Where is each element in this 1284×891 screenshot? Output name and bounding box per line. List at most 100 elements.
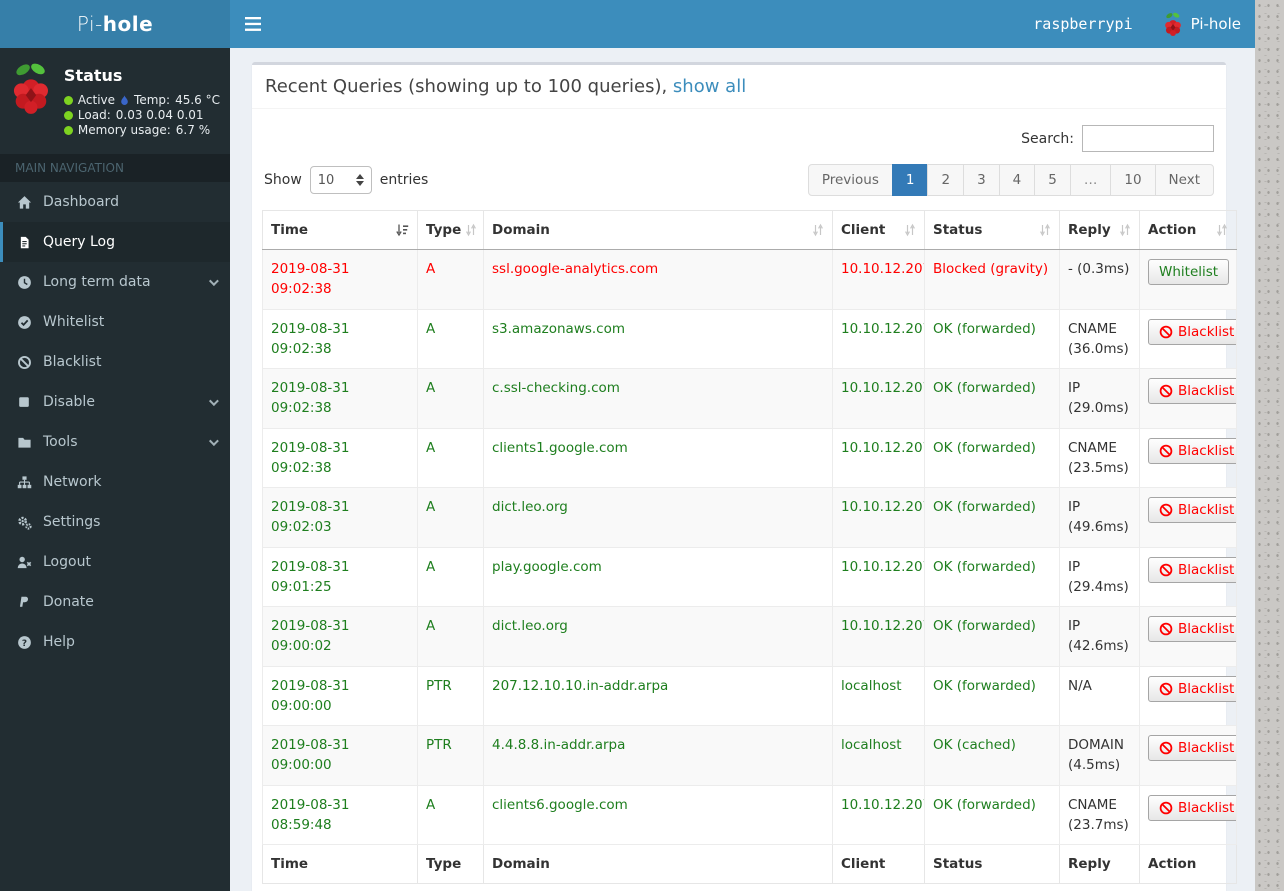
ban-icon bbox=[1159, 682, 1173, 695]
ban-icon bbox=[1159, 384, 1173, 398]
query-domain[interactable]: dict.leo.org bbox=[483, 606, 833, 667]
query-type[interactable]: A bbox=[417, 546, 484, 607]
pagination-page-button-4[interactable]: 4 bbox=[998, 164, 1036, 196]
sort-both-icon bbox=[813, 223, 823, 237]
query-domain[interactable]: 4.4.8.8.in-addr.arpa bbox=[483, 725, 833, 786]
column-header-type[interactable]: Type bbox=[417, 210, 484, 250]
blacklist-button[interactable]: Blacklist bbox=[1148, 556, 1236, 583]
blacklist-button[interactable]: Blacklist bbox=[1148, 675, 1236, 702]
query-type[interactable]: A bbox=[417, 427, 484, 488]
blacklist-button[interactable]: Blacklist bbox=[1148, 616, 1236, 642]
query-client[interactable]: 10.10.12.207 bbox=[832, 487, 925, 548]
query-type[interactable]: A bbox=[417, 784, 484, 845]
blacklist-button-label: Blacklist bbox=[1178, 680, 1235, 697]
query-client[interactable]: 10.10.12.207 bbox=[832, 784, 925, 845]
svg-text:?: ? bbox=[21, 638, 26, 648]
blacklist-button[interactable]: Blacklist bbox=[1148, 378, 1236, 404]
sidebar-item-help[interactable]: ? Help bbox=[0, 622, 230, 662]
query-type[interactable]: A bbox=[417, 249, 484, 310]
status-dot-icon bbox=[63, 110, 73, 120]
pagination-page-button-10[interactable]: 10 bbox=[1110, 164, 1156, 196]
query-domain[interactable]: ssl.google-analytics.com bbox=[483, 249, 833, 310]
query-client[interactable]: 10.10.12.207 bbox=[832, 606, 925, 667]
sidebar-item-logout[interactable]: Logout bbox=[0, 542, 230, 582]
blacklist-button[interactable]: Blacklist bbox=[1148, 318, 1236, 345]
pagination-next-button[interactable]: Next bbox=[1154, 164, 1214, 196]
query-domain[interactable]: s3.amazonaws.com bbox=[483, 308, 833, 369]
query-client[interactable]: 10.10.12.207 bbox=[832, 308, 925, 369]
sidebar-item-dashboard[interactable]: Dashboard bbox=[0, 182, 230, 222]
blacklist-button[interactable]: Blacklist bbox=[1148, 437, 1236, 464]
blacklist-button[interactable]: Blacklist bbox=[1148, 794, 1236, 821]
sidebar-item-network[interactable]: Network bbox=[0, 462, 230, 502]
query-client[interactable]: localhost bbox=[832, 665, 925, 726]
pagination-page-button-2[interactable]: 2 bbox=[927, 164, 965, 196]
footer-column-header-domain: Domain bbox=[483, 844, 833, 884]
query-reply: IP (49.6ms) bbox=[1059, 487, 1140, 548]
column-header-label: Type bbox=[426, 222, 462, 238]
query-row: 2019-08-31 09:02:38 Assl.google-analytics… bbox=[262, 249, 1237, 310]
query-time: 2019-08-31 09:02:38 bbox=[262, 249, 418, 310]
sidebar-item-tools[interactable]: Tools bbox=[0, 422, 230, 462]
query-type[interactable]: A bbox=[417, 487, 484, 548]
sidebar-item-long-term-data[interactable]: Long term data bbox=[0, 262, 230, 302]
blacklist-button[interactable]: Blacklist bbox=[1148, 735, 1236, 761]
query-client[interactable]: 10.10.12.207 bbox=[832, 368, 925, 429]
query-domain[interactable]: c.ssl-checking.com bbox=[483, 368, 833, 429]
sidebar-item-disable[interactable]: Disable bbox=[0, 382, 230, 422]
show-all-link[interactable]: show all bbox=[673, 76, 746, 97]
ban-icon bbox=[1159, 801, 1173, 814]
query-domain[interactable]: clients1.google.com bbox=[483, 427, 833, 488]
pagination-page-button-1[interactable]: 1 bbox=[891, 164, 929, 196]
sidebar-item-donate[interactable]: Donate bbox=[0, 582, 230, 622]
column-header-time[interactable]: Time bbox=[262, 210, 418, 250]
sidebar-item-label: Blacklist bbox=[43, 354, 102, 370]
query-client[interactable]: 10.10.12.207 bbox=[832, 427, 925, 488]
column-header-action[interactable]: Action bbox=[1139, 210, 1237, 250]
blacklist-button[interactable]: Blacklist bbox=[1148, 497, 1236, 523]
query-type[interactable]: PTR bbox=[417, 665, 484, 726]
whitelist-button[interactable]: Whitelist bbox=[1148, 259, 1230, 285]
blacklist-button-label: Blacklist bbox=[1178, 502, 1235, 518]
query-status: Blocked (gravity) bbox=[924, 249, 1060, 310]
query-domain[interactable]: 207.12.10.10.in-addr.arpa bbox=[483, 665, 833, 726]
query-client[interactable]: 10.10.12.207 bbox=[832, 249, 925, 310]
pihole-brand-link[interactable]: Pi-hole bbox=[1163, 12, 1241, 37]
sidebar-item-blacklist[interactable]: Blacklist bbox=[0, 342, 230, 382]
column-header-domain[interactable]: Domain bbox=[483, 210, 833, 250]
query-action-cell: Blacklist bbox=[1139, 308, 1237, 369]
query-client[interactable]: 10.10.12.207 bbox=[832, 546, 925, 607]
query-row: 2019-08-31 09:02:03 Adict.leo.org 10.10.12… bbox=[262, 487, 1237, 548]
query-type[interactable]: A bbox=[417, 308, 484, 369]
sidebar-toggle-button[interactable] bbox=[230, 0, 276, 48]
column-header-reply[interactable]: Reply bbox=[1059, 210, 1140, 250]
query-time: 2019-08-31 09:00:00 bbox=[262, 665, 418, 726]
ban-icon bbox=[1159, 325, 1173, 338]
column-header-status[interactable]: Status bbox=[924, 210, 1060, 250]
query-client[interactable]: localhost bbox=[832, 725, 925, 786]
query-type[interactable]: PTR bbox=[417, 725, 484, 786]
top-navbar: Pi-hole raspberrypi Pi-hole bbox=[0, 0, 1255, 48]
file-icon bbox=[15, 235, 33, 250]
status-memory-line: Memory usage: 6.7 % bbox=[63, 123, 220, 137]
entries-length-value: 10 bbox=[317, 172, 335, 188]
query-time: 2019-08-31 09:00:00 bbox=[262, 725, 418, 786]
query-domain[interactable]: dict.leo.org bbox=[483, 487, 833, 548]
query-status: OK (forwarded) bbox=[924, 487, 1060, 548]
pihole-logo[interactable]: Pi-hole bbox=[0, 0, 230, 48]
pagination-page-button-3[interactable]: 3 bbox=[963, 164, 1000, 196]
pagination-previous-button[interactable]: Previous bbox=[807, 164, 893, 196]
query-type[interactable]: A bbox=[417, 606, 484, 667]
sidebar-item-settings[interactable]: Settings bbox=[0, 502, 230, 542]
column-header-client[interactable]: Client bbox=[832, 210, 925, 250]
status-active-line: Active Temp: 45.6 °C bbox=[63, 93, 220, 107]
sidebar-item-whitelist[interactable]: Whitelist bbox=[0, 302, 230, 342]
sidebar-item-query-log[interactable]: Query Log bbox=[0, 222, 230, 262]
query-domain[interactable]: play.google.com bbox=[483, 546, 833, 607]
query-domain[interactable]: clients6.google.com bbox=[483, 784, 833, 845]
query-type[interactable]: A bbox=[417, 368, 484, 429]
entries-length-select[interactable]: 10 bbox=[309, 166, 372, 194]
status-title: Status bbox=[63, 66, 123, 85]
pagination-page-button-5[interactable]: 5 bbox=[1034, 164, 1071, 196]
search-input[interactable] bbox=[1082, 125, 1214, 152]
